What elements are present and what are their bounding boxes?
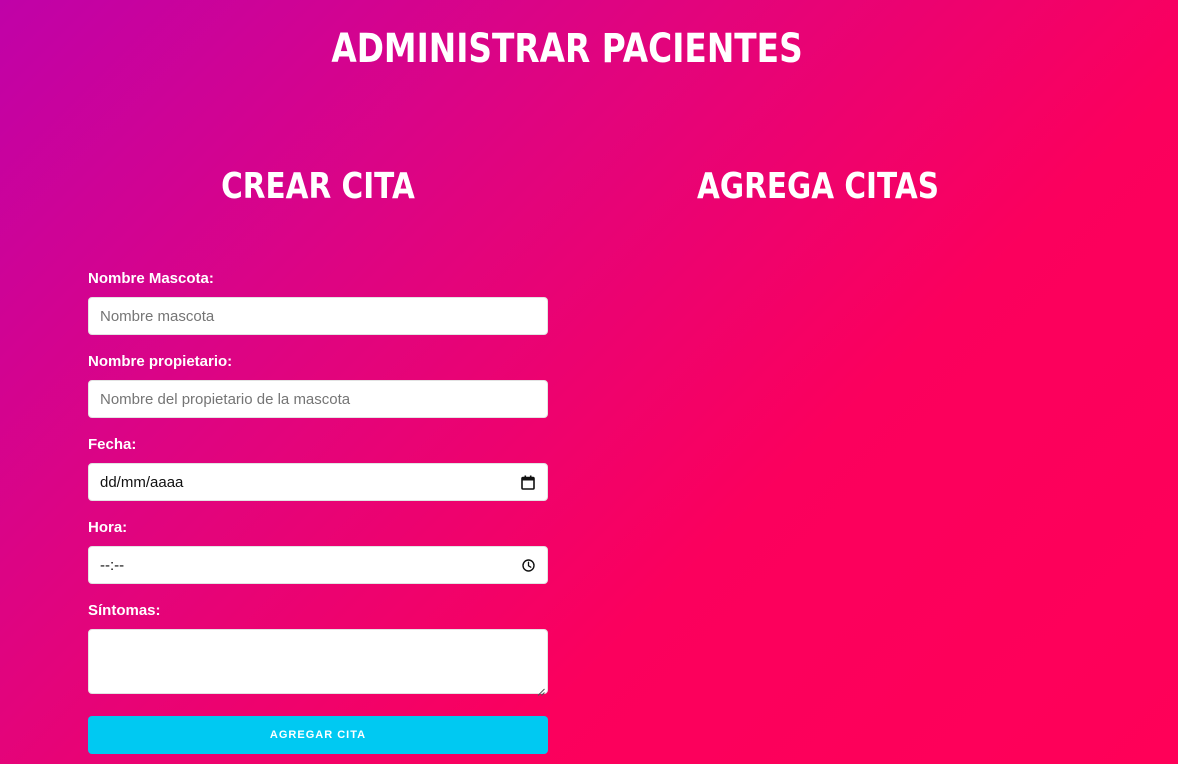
owner-name-input[interactable]: Nombre del propietario de la mascota: [88, 380, 548, 418]
time-input[interactable]: --:--: [88, 546, 548, 584]
owner-name-label: Nombre propietario:: [88, 353, 233, 370]
appointments-list-heading: AGREGA CITAS: [697, 166, 939, 207]
owner-name-placeholder: Nombre del propietario de la mascota: [100, 390, 351, 408]
symptoms-label: Síntomas:: [88, 602, 161, 619]
time-label: Hora:: [88, 519, 128, 536]
time-value: --:--: [100, 556, 125, 574]
calendar-icon[interactable]: [520, 474, 536, 490]
pet-name-input[interactable]: Nombre mascota: [88, 297, 548, 335]
pet-name-label: Nombre Mascota:: [88, 270, 214, 287]
appointment-form: Nombre Mascota: Nombre mascota Nombre pr…: [88, 262, 548, 754]
page-title: ADMINISTRAR PACIENTES: [331, 26, 803, 72]
add-appointment-button[interactable]: AGREGAR CITA: [88, 716, 548, 754]
date-label: Fecha:: [88, 436, 137, 453]
create-appointment-heading: CREAR CITA: [221, 166, 415, 207]
symptoms-textarea[interactable]: [88, 629, 548, 696]
resize-handle-icon[interactable]: [537, 683, 545, 696]
date-value: dd/mm/aaaa: [100, 473, 184, 491]
pet-name-placeholder: Nombre mascota: [100, 307, 215, 325]
clock-icon[interactable]: [520, 557, 536, 573]
date-input[interactable]: dd/mm/aaaa: [88, 463, 548, 501]
